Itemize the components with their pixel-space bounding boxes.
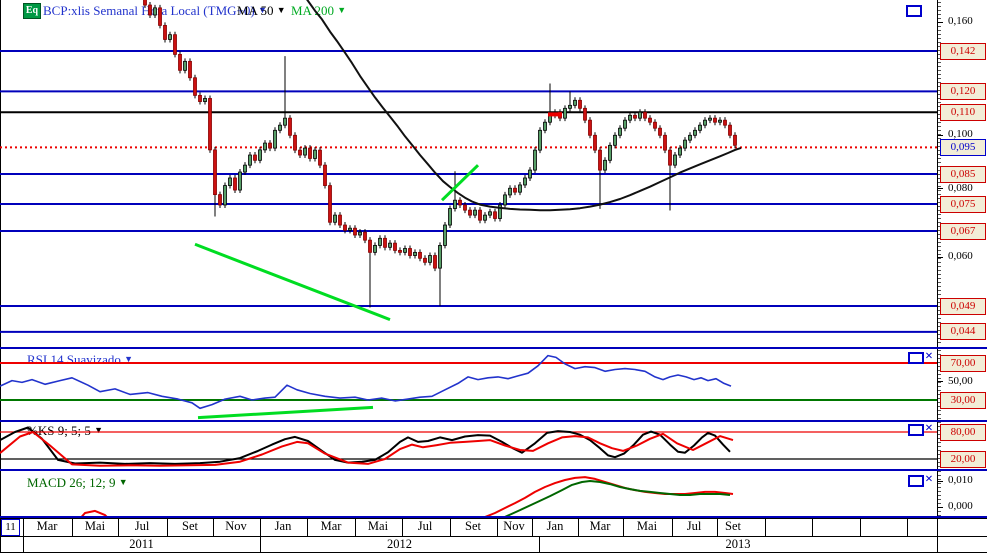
axis-tick: [937, 480, 943, 482]
month-separator: [260, 518, 261, 536]
axis-tick: [937, 21, 943, 23]
year-label: 2012: [387, 537, 412, 551]
close-icon[interactable]: ×: [925, 422, 933, 436]
month-label: Mar: [320, 519, 342, 533]
level-label-0,085[interactable]: 0,085: [940, 165, 986, 183]
chart-canvas[interactable]: [0, 0, 987, 553]
month-separator: [118, 518, 119, 536]
axis-tick-label: 0,160: [948, 15, 973, 28]
level-label-0,067[interactable]: 0,067: [940, 222, 986, 240]
year-label: 2011: [129, 537, 154, 551]
close-icon[interactable]: ×: [925, 350, 933, 364]
month-label: Nov: [225, 519, 247, 533]
level-label-0,095[interactable]: 0,095: [940, 138, 986, 156]
month-label: Set: [465, 519, 481, 533]
month-label: Set: [725, 519, 741, 533]
month-separator: [450, 518, 451, 536]
month-separator: [307, 518, 308, 536]
month-label: Jan: [546, 519, 564, 533]
year-label: 2013: [725, 537, 751, 551]
month-separator: [167, 518, 168, 536]
level-label-0,110[interactable]: 0,110: [940, 103, 986, 121]
month-label: Mai: [84, 519, 106, 533]
maximize-icon[interactable]: [906, 5, 922, 17]
level-label-80,00[interactable]: 80,00: [940, 423, 986, 441]
axis-tick: [937, 188, 943, 190]
month-label: Set: [182, 519, 198, 533]
axis-tick-label: 0,000: [948, 500, 973, 512]
level-label-30,00[interactable]: 30,00: [940, 391, 986, 409]
month-separator: [72, 518, 73, 536]
month-separator: [497, 518, 498, 536]
month-separator: [532, 518, 533, 536]
level-label-0,142[interactable]: 0,142: [940, 42, 986, 60]
close-icon[interactable]: ×: [925, 473, 933, 487]
month-label: Mai: [636, 519, 658, 533]
month-separator: [717, 518, 718, 536]
month-label: Jul: [417, 519, 433, 533]
time-axis-left-cell[interactable]: 11: [1, 519, 20, 536]
month-label: Mar: [589, 519, 611, 533]
axis-tick: [937, 134, 943, 136]
axis-tick-label: 0,010: [948, 474, 973, 486]
level-label-0,044[interactable]: 0,044: [940, 323, 986, 341]
level-label-0,075[interactable]: 0,075: [940, 195, 986, 213]
month-label: Jan: [274, 519, 292, 533]
level-label-70,00[interactable]: 70,00: [940, 354, 986, 372]
month-separator: [23, 518, 24, 536]
month-separator: [213, 518, 214, 536]
month-separator: [623, 518, 624, 536]
month-separator: [578, 518, 579, 536]
month-separator: [765, 518, 766, 536]
month-label: Jul: [134, 519, 150, 533]
month-label: Nov: [503, 519, 525, 533]
axis-tick: [937, 256, 943, 258]
maximize-icon[interactable]: [908, 424, 924, 436]
axis-tick-label: 0,060: [948, 250, 973, 263]
axis-tick-label: 0,080: [948, 181, 973, 194]
month-label: Mar: [36, 519, 58, 533]
month-label: Jul: [686, 519, 702, 533]
level-label-0,049[interactable]: 0,049: [940, 297, 986, 315]
chart-window: Eq BCP:xlis Semanal Hora Local (TMG+0) ▼…: [0, 0, 987, 553]
month-separator: [907, 518, 908, 536]
axis-tick-label: 50,00: [948, 374, 973, 387]
maximize-icon[interactable]: [908, 475, 924, 487]
level-label-0,120[interactable]: 0,120: [940, 82, 986, 100]
month-separator: [355, 518, 356, 536]
month-separator: [860, 518, 861, 536]
month-separator: [812, 518, 813, 536]
maximize-icon[interactable]: [908, 352, 924, 364]
year-separator: [937, 536, 938, 552]
month-label: Mai: [367, 519, 389, 533]
level-label-20,00[interactable]: 20,00: [940, 450, 986, 468]
axis-tick: [937, 506, 943, 508]
month-separator: [672, 518, 673, 536]
axis-tick: [937, 381, 943, 382]
month-separator: [402, 518, 403, 536]
